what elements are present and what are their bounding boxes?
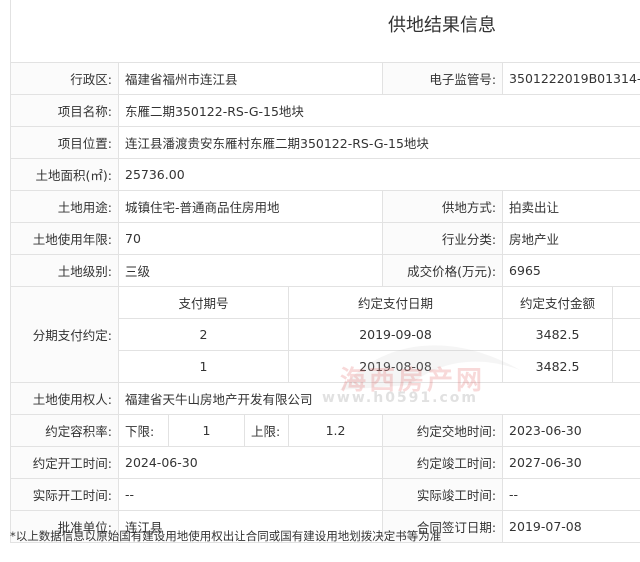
supervision-value: 3501222019B01314-1 — [502, 62, 640, 95]
installment-spacer — [612, 286, 640, 319]
table-row: 约定容积率: 下限: 1 上限: 1.2 约定交地时间: 2023-06-30 — [10, 414, 640, 447]
installment-date-header: 约定支付日期 — [287, 286, 504, 319]
handover-label: 约定交地时间: — [382, 414, 504, 447]
contract-date-value: 2019-07-08 — [502, 510, 640, 543]
actual-start-value: -- — [117, 478, 384, 511]
handover-value: 2023-06-30 — [502, 414, 640, 447]
actual-complete-value: -- — [502, 478, 640, 511]
table-row: 行政区: 福建省福州市连江县 电子监管号: 3501222019B01314-1 — [10, 62, 640, 95]
installment-label: 分期支付约定: — [10, 286, 119, 383]
table-row: 项目名称: 东雁二期350122-RS-G-15地块 — [10, 94, 640, 127]
installment-amount: 3482.5 — [502, 318, 614, 351]
table-row: 分期支付约定: 支付期号 约定支付日期 约定支付金额 — [10, 286, 640, 383]
far-upper-value: 1.2 — [287, 414, 384, 447]
actual-complete-label: 实际竣工时间: — [382, 478, 504, 511]
complete-label: 约定竣工时间: — [382, 446, 504, 479]
price-label: 成交价格(万元): — [382, 254, 504, 287]
use-years-value: 70 — [117, 222, 384, 255]
table-row: 土地使用年限: 70 行业分类: 房地产业 — [10, 222, 640, 255]
table-row: 土地用途: 城镇住宅-普通商品住房用地 供地方式: 拍卖出让 — [10, 190, 640, 223]
start-value: 2024-06-30 — [117, 446, 384, 479]
owner-label: 土地使用权人: — [10, 382, 119, 415]
installment-spacer — [612, 318, 640, 351]
installment-spacer — [612, 350, 640, 383]
far-lower-label: 下限: — [118, 414, 169, 447]
start-label: 约定开工时间: — [10, 446, 119, 479]
supply-method-value: 拍卖出让 — [502, 190, 640, 223]
complete-value: 2027-06-30 — [502, 446, 640, 479]
area-label: 土地面积(㎡): — [10, 158, 119, 191]
installment-amount-header: 约定支付金额 — [502, 286, 614, 319]
far-lower-value: 1 — [168, 414, 245, 447]
installment-date: 2019-09-08 — [287, 318, 504, 351]
supervision-label: 电子监管号: — [382, 62, 504, 95]
industry-label: 行业分类: — [382, 222, 504, 255]
installment-amount: 3482.5 — [502, 350, 614, 383]
table-row: 约定开工时间: 2024-06-30 约定竣工时间: 2027-06-30 — [10, 446, 640, 479]
table-row: 实际开工时间: -- 实际竣工时间: -- — [10, 478, 640, 511]
area-value: 25736.00 — [117, 158, 640, 191]
supply-method-label: 供地方式: — [382, 190, 504, 223]
far-upper-label: 上限: — [244, 414, 289, 447]
installment-period: 2 — [118, 318, 289, 351]
district-value: 福建省福州市连江县 — [117, 62, 384, 95]
project-location-value: 连江县潘渡贵安东雁村东雁二期350122-RS-G-15地块 — [117, 126, 640, 159]
land-supply-table: 行政区: 福建省福州市连江县 电子监管号: 3501222019B01314-1… — [10, 62, 640, 543]
table-row: 土地级别: 三级 成交价格(万元): 6965 — [10, 254, 640, 287]
table-row: 项目位置: 连江县潘渡贵安东雁村东雁二期350122-RS-G-15地块 — [10, 126, 640, 159]
project-location-label: 项目位置: — [10, 126, 119, 159]
district-label: 行政区: — [10, 62, 119, 95]
footnote: *以上数据信息以原始国有建设用地使用权出让合同或国有建设用地划拨决定书等为准 — [10, 529, 442, 543]
page-title: 供地结果信息 — [0, 0, 640, 52]
industry-value: 房地产业 — [502, 222, 640, 255]
watermark-url: www.h0591.com — [322, 390, 478, 406]
land-use-value: 城镇住宅-普通商品住房用地 — [117, 190, 384, 223]
page-title-text: 供地结果信息 — [388, 15, 496, 36]
installment-period: 1 — [118, 350, 289, 383]
project-name-label: 项目名称: — [10, 94, 119, 127]
table-row: 土地面积(㎡): 25736.00 — [10, 158, 640, 191]
project-name-value: 东雁二期350122-RS-G-15地块 — [117, 94, 640, 127]
grade-value: 三级 — [117, 254, 384, 287]
far-label: 约定容积率: — [10, 414, 119, 447]
actual-start-label: 实际开工时间: — [10, 478, 119, 511]
use-years-label: 土地使用年限: — [10, 222, 119, 255]
installment-period-header: 支付期号 — [118, 286, 289, 319]
price-value: 6965 — [502, 254, 640, 287]
grade-label: 土地级别: — [10, 254, 119, 287]
land-use-label: 土地用途: — [10, 190, 119, 223]
